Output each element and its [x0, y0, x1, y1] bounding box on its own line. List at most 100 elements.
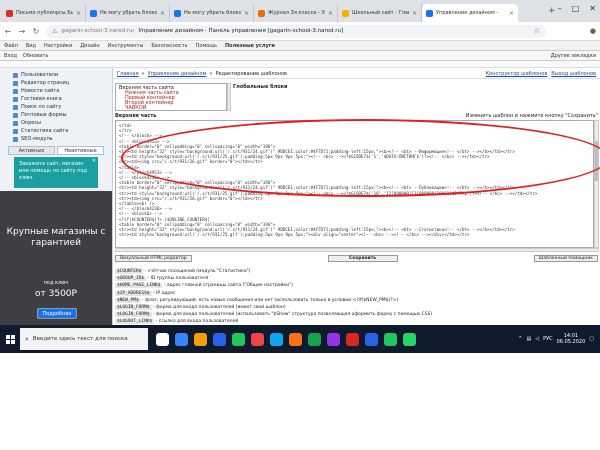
taskbar-app-icon[interactable] [308, 332, 321, 346]
close-icon[interactable]: × [509, 10, 514, 17]
tab-active[interactable]: Активные [8, 146, 55, 155]
variable-code[interactable]: $GROUP_ID$ [115, 276, 147, 282]
save-button[interactable]: Сохранить [327, 254, 398, 262]
sidebar-item[interactable]: Пользователи [0, 71, 112, 79]
sidebar: Пользователи Редактор страниц Новости са… [0, 68, 113, 353]
star-icon[interactable]: ☆ [534, 27, 540, 35]
browser-tab[interactable]: Школьный сайт - Главная × [338, 4, 422, 22]
taskbar-app-icon[interactable] [156, 332, 169, 346]
link-constructor[interactable]: Конструктор шаблонов [486, 71, 548, 77]
browser-tab[interactable]: Не могу убрать блоковы × [170, 4, 254, 22]
sidebar-item[interactable]: Опросы [0, 119, 112, 127]
variable-code[interactable]: $IP_ADDRESS$ [115, 290, 152, 296]
sidebar-tabs: Активные Неактивные [8, 146, 104, 155]
variable-code[interactable]: $HOME_PAGE_LINK$ [115, 283, 163, 289]
reload-icon[interactable]: ↻ [32, 27, 40, 36]
new-tab-button[interactable]: + [548, 6, 556, 16]
taskbar-search[interactable]: ⌕ Введите здесь текст для поиска [20, 328, 148, 350]
sidebar-item[interactable]: Редактор страниц [0, 79, 112, 87]
close-icon[interactable]: × [160, 10, 165, 17]
editor-scrollbar[interactable] [594, 120, 599, 248]
tray-up-icon[interactable]: ^ [518, 336, 522, 342]
sidebar-item[interactable]: SEO-модуль [0, 135, 112, 143]
account-icon[interactable]: ● [590, 27, 596, 35]
close-window-icon[interactable]: ✕ [589, 4, 596, 13]
taskbar-app-icon[interactable] [175, 332, 188, 346]
ad-banner[interactable]: Крупные магазины с гарантией под ключ от… [0, 191, 112, 326]
taskbar-app-icon[interactable] [270, 332, 283, 346]
taskbar-app-icon[interactable] [232, 332, 245, 346]
browser-tab[interactable]: Журнал 3я класса - Элек × [254, 4, 338, 22]
maximize-icon[interactable]: □ [572, 4, 580, 13]
link-exit[interactable]: Выход шаблонов [551, 71, 596, 77]
browser-tab[interactable]: Не могу убрать блоком × [86, 4, 170, 22]
back-icon[interactable]: ← [4, 27, 12, 36]
editor-hscrollbar[interactable] [115, 248, 599, 252]
close-icon[interactable]: × [244, 10, 249, 17]
variable-code[interactable]: $LOGIN_FORM$ [115, 305, 152, 311]
menu-item[interactable]: Настройки [44, 43, 72, 49]
template-list-scrollbar[interactable] [227, 83, 231, 111]
breadcrumb-sep: » [209, 71, 213, 77]
url-field[interactable]: ⚠ gagarin-school-3.narod.ru/ Управление … [46, 24, 546, 38]
toolbar-item[interactable]: Вход [4, 53, 17, 59]
toolbar-item[interactable]: Обновить [23, 53, 48, 59]
close-icon[interactable]: ✕ [92, 158, 96, 165]
menu-item[interactable]: Вид [26, 43, 36, 49]
taskbar-app-icon[interactable] [194, 332, 207, 346]
minimize-icon[interactable]: – [558, 4, 562, 13]
sidebar-item[interactable]: Поиск по сайту [0, 103, 112, 111]
taskbar-app-icon[interactable] [346, 332, 359, 346]
taskbar-app-icon[interactable] [327, 332, 340, 346]
volume-icon[interactable]: ◁ [535, 336, 539, 342]
visual-editor-button[interactable]: Визуальный HTML редактор [115, 254, 192, 262]
variable-code[interactable]: $LOGIN_FORM$ [115, 312, 152, 318]
poll-icon [13, 120, 18, 126]
forward-icon[interactable]: → [18, 27, 26, 36]
menu-item[interactable]: Дизайн [80, 43, 99, 49]
ad-button[interactable]: Подробнее [37, 308, 77, 319]
browser-tab[interactable]: Письмо публичрсы Быт... × [2, 4, 86, 22]
language-indicator[interactable]: РУС [543, 336, 553, 342]
taskbar-app-icon[interactable] [384, 332, 397, 346]
breadcrumb-design[interactable]: Управление дизайном [148, 71, 207, 77]
template-helper-button[interactable]: Шаблонный помощник [533, 254, 598, 262]
tab-inactive[interactable]: Неактивные [57, 146, 104, 155]
menu-item[interactable]: Полезные услуги [225, 43, 275, 49]
template-item[interactable]: ЧАВКОЙ [119, 106, 223, 111]
browser-tab-active[interactable]: Управление дизайном - × [422, 4, 518, 22]
taskbar-app-icon[interactable] [365, 332, 378, 346]
variable-row: $NEW_PM$ - флаг, регулирующий, есть новы… [115, 297, 598, 304]
top-links: Конструктор шаблонов Выход шаблонов [486, 71, 596, 77]
promo-banner[interactable]: ✕ Закажите сайт, магазин или помощь по с… [14, 157, 98, 188]
variable-code[interactable]: $COUNTER$ [115, 269, 144, 274]
variable-code[interactable]: $NEW_PM$ [115, 297, 141, 303]
menu-item[interactable]: Инструменты [108, 43, 144, 49]
template-list[interactable]: Верхняя часть сайта Нижняя часть сайта П… [115, 83, 227, 111]
taskbar-app-icon[interactable] [403, 332, 416, 346]
taskbar-icons [156, 332, 416, 346]
close-icon[interactable]: × [328, 10, 333, 17]
sidebar-item[interactable]: Статистика сайта [0, 127, 112, 135]
toolbar-right[interactable]: Другие закладки [551, 53, 596, 59]
code-editor[interactable]: </td> </tr> <!-- </block> --> <!-- <block49… [115, 120, 594, 248]
sidebar-item[interactable]: Гостевая книга [0, 95, 112, 103]
menu-item[interactable]: Помощь [196, 43, 217, 49]
network-icon[interactable]: ▤ [526, 336, 531, 342]
sidebar-item[interactable]: Почтовые формы [0, 111, 112, 119]
sidebar-item[interactable]: Новости сайта [0, 87, 112, 95]
close-icon[interactable]: × [412, 10, 417, 17]
taskbar-app-icon[interactable] [251, 332, 264, 346]
notifications-icon[interactable]: ▢ [589, 336, 594, 342]
site-menubar: Файл Вид Настройки Дизайн Инструменты Бе… [0, 41, 600, 51]
breadcrumb-home[interactable]: Главная [117, 71, 139, 77]
close-icon[interactable]: × [76, 10, 81, 17]
taskbar-app-icon[interactable] [213, 332, 226, 346]
menu-item[interactable]: Файл [4, 43, 18, 49]
clock[interactable]: 14:01 06.05.2020 [557, 333, 586, 345]
taskbar-app-icon[interactable] [289, 332, 302, 346]
scroll-thumb[interactable] [595, 141, 598, 181]
variable-code[interactable]: $LOGOUT_LINK$ [115, 319, 155, 325]
menu-item[interactable]: Безопасность [151, 43, 187, 49]
windows-start-icon[interactable] [0, 325, 20, 353]
